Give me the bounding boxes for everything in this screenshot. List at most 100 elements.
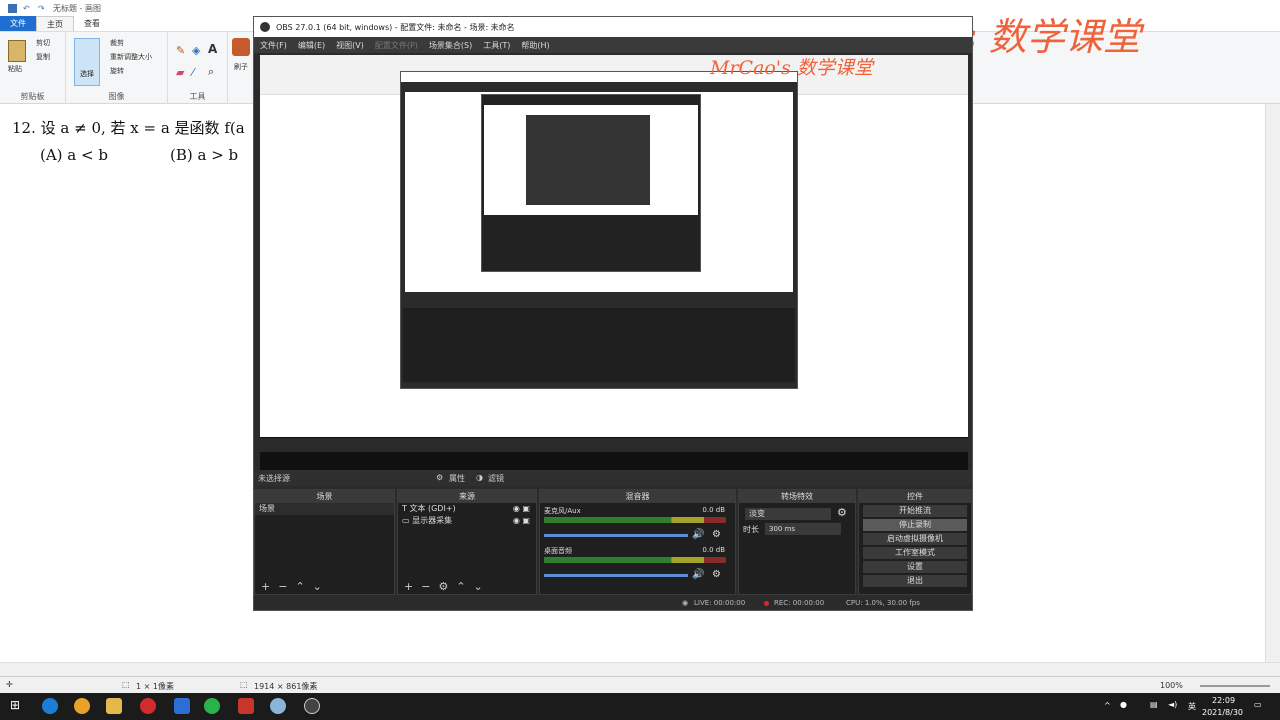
text-icon[interactable]: A [208,42,217,56]
tab-home[interactable]: 主页 [36,16,74,31]
start-streaming-button[interactable]: 开始推流 [863,505,967,517]
studio-mode-button[interactable]: 工作室模式 [863,547,967,559]
mic-icon[interactable]: ● [1120,700,1127,709]
display-source-icon: ▭ [402,516,410,525]
crop-button[interactable]: 裁剪 [110,38,124,48]
redo-icon[interactable]: ↷ [38,4,47,13]
brush-icon[interactable] [232,38,250,56]
volume-icon[interactable]: ◄) [1168,700,1177,709]
visibility-icon[interactable]: ◉ ▣ [513,515,530,527]
undo-icon[interactable]: ↶ [23,4,32,13]
source-text[interactable]: T 文本 (GDI+) ◉ ▣ [398,503,536,515]
rec-indicator-icon [764,601,769,606]
menu-view[interactable]: 视图(V) [336,40,364,51]
menu-profile[interactable]: 配置文件(P) [375,40,418,51]
chrome-icon[interactable] [74,698,90,714]
properties-button[interactable]: 属性 [449,473,465,484]
clock-time[interactable]: 22:09 [1212,696,1235,705]
filters-button[interactable]: 滤镜 [488,473,504,484]
controls-header: 控件 [859,490,971,503]
notification-icon[interactable]: ▭ [1254,700,1262,709]
network-icon[interactable]: ▤ [1150,700,1158,709]
start-virtual-camera-button[interactable]: 启动虚拟摄像机 [863,533,967,545]
zoom-level: 100% [1160,681,1183,690]
desktop-meter [544,557,726,563]
sources-toolbar: + − ⚙ ⌃ ⌄ [398,578,536,594]
save-icon[interactable] [8,3,17,13]
option-a: (A) a < b [40,146,108,164]
menu-tools[interactable]: 工具(T) [483,40,510,51]
visibility-icon[interactable]: ◉ ▣ [513,503,530,515]
menu-help[interactable]: 帮助(H) [521,40,549,51]
move-up-icon[interactable]: ⌃ [295,580,304,593]
paste-button[interactable]: 粘贴 [8,64,22,74]
tab-view[interactable]: 查看 [74,16,110,31]
app-icon[interactable] [238,698,254,714]
mic-volume-slider[interactable] [544,534,688,537]
nested-docks [403,308,795,382]
speaker-icon[interactable]: 🔊 [692,569,704,580]
scene-item[interactable]: 场景 [255,503,394,515]
move-down-icon[interactable]: ⌄ [474,580,483,593]
transition-select[interactable]: 淡变 [745,508,831,520]
windows-taskbar: ⊞ ^ ● ▤ ◄) 英 22:09 2021/8/30 ▭ [0,693,1280,720]
copy-button[interactable]: 复制 [36,52,50,62]
tray-chevron-icon[interactable]: ^ [1104,701,1111,710]
move-up-icon[interactable]: ⌃ [456,580,465,593]
preview-capture: MrCao's 数学课堂 [260,55,968,437]
clock-date[interactable]: 2021/8/30 [1202,708,1243,717]
resize-button[interactable]: 重新调整大小 [110,52,152,62]
paint-icon[interactable] [270,698,286,714]
obs-preview[interactable]: MrCao's 数学课堂 [260,55,968,475]
paste-icon[interactable] [8,40,26,62]
remove-icon[interactable]: − [421,580,430,593]
vertical-scrollbar[interactable] [1265,104,1280,662]
color-picker-icon[interactable]: ⁄ [192,66,194,79]
input-language[interactable]: 英 [1188,701,1196,712]
pencil-icon[interactable]: ✎ [176,44,185,57]
desktop-volume-slider[interactable] [544,574,688,577]
transitions-header: 转场特效 [739,490,855,503]
duration-field[interactable]: 300 ms [765,523,841,535]
edge-icon[interactable] [42,698,58,714]
gear-icon: ⚙ [436,473,444,482]
netease-music-icon[interactable] [140,698,156,714]
feishu-icon[interactable] [174,698,190,714]
speaker-icon[interactable]: 🔊 [692,529,704,540]
gear-icon[interactable]: ⚙ [712,569,721,580]
tab-file[interactable]: 文件 [0,16,36,31]
exit-button[interactable]: 退出 [863,575,967,587]
select-button[interactable]: 选择 [74,38,100,86]
nested-preview-4 [526,115,650,205]
zoom-slider[interactable] [1200,685,1270,687]
source-display[interactable]: ▭ 显示器采集 ◉ ▣ [398,515,536,527]
gear-icon[interactable]: ⚙ [712,529,721,540]
nested-preview-3 [484,105,698,215]
obs-menubar: 文件(F) 编辑(E) 视图(V) 配置文件(P) 场景集合(S) 工具(T) … [254,37,972,53]
fill-icon[interactable]: ◈ [192,44,200,57]
tools-group: ✎ ◈ A ▰ ⁄ ⌕ 工具 [168,32,228,104]
windows-start-icon[interactable]: ⊞ [10,698,24,714]
stop-recording-button[interactable]: 停止录制 [863,519,967,531]
move-down-icon[interactable]: ⌄ [313,580,322,593]
magnifier-icon[interactable]: ⌕ [208,65,214,79]
wechat-icon[interactable] [204,698,220,714]
remove-icon[interactable]: − [278,580,287,593]
gear-icon[interactable]: ⚙ [438,580,448,593]
menu-file[interactable]: 文件(F) [260,40,287,51]
cut-button[interactable]: 剪切 [36,38,50,48]
add-icon[interactable]: + [261,580,270,593]
gear-icon[interactable]: ⚙ [837,506,847,519]
source-text-label: 文本 (GDI+) [409,504,456,513]
obs-icon[interactable] [304,698,320,714]
brush-button[interactable]: 刷子 [234,62,248,72]
file-explorer-icon[interactable] [106,698,122,714]
add-icon[interactable]: + [404,580,413,593]
image-size: 1914 × 861像素 [254,682,318,691]
horizontal-scrollbar[interactable] [0,662,1280,676]
menu-scene-collection[interactable]: 场景集合(S) [429,40,472,51]
eraser-icon[interactable]: ▰ [176,66,184,79]
settings-button[interactable]: 设置 [863,561,967,573]
rotate-button[interactable]: 旋转 [110,66,124,76]
menu-edit[interactable]: 编辑(E) [298,40,325,51]
